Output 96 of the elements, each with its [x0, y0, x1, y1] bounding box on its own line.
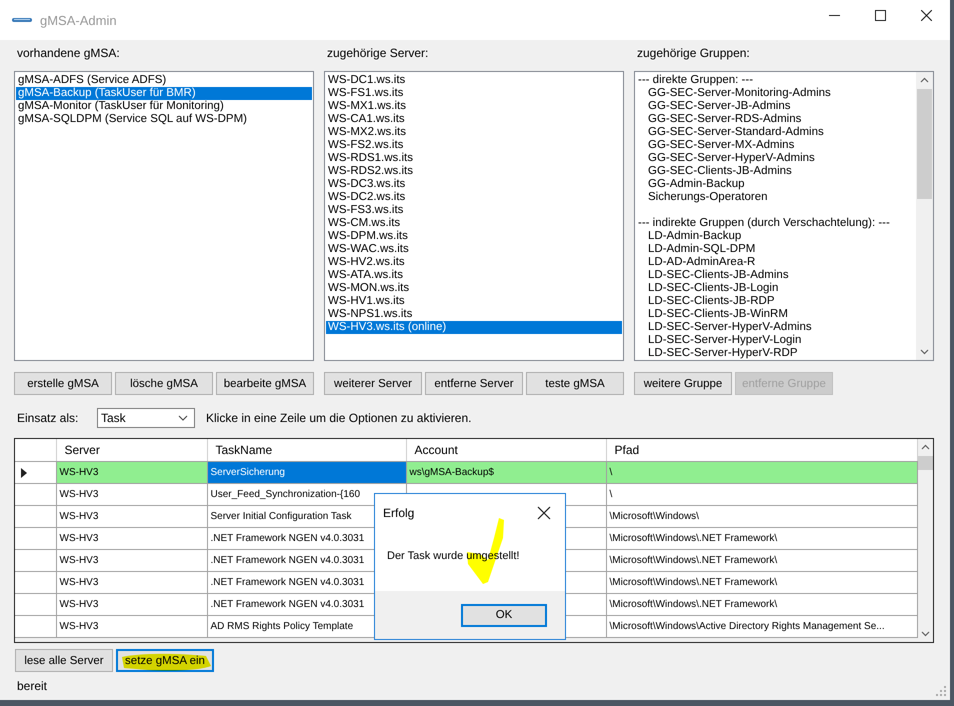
list-item[interactable]: WS-MON.ws.its: [326, 282, 622, 295]
list-item[interactable]: WS-CM.ws.its: [326, 217, 622, 230]
status-text: bereit: [17, 679, 48, 693]
table-cell[interactable]: \Microsoft\Windows\: [606, 506, 917, 528]
list-label: zugehörige Gruppen:: [636, 46, 751, 62]
close-icon: [537, 506, 551, 520]
scroll-thumb[interactable]: [917, 89, 932, 199]
table-cell[interactable]: WS-HV3: [56, 550, 207, 572]
list-item[interactable]: WS-HV3.ws.its (online): [326, 321, 622, 334]
close-icon: [921, 10, 932, 21]
list-item[interactable]: WS-NPS1.ws.its: [326, 308, 622, 321]
list-item[interactable]: GG-SEC-Server-MX-Admins: [636, 139, 915, 152]
scroll-thumb[interactable]: [918, 456, 933, 470]
list-heading: --- indirekte Gruppen (durch Verschachtelung): ---: [637, 217, 891, 230]
list-label: zugehörige Server:: [326, 46, 430, 62]
chevron-icon: [178, 415, 188, 421]
list-item[interactable]: LD-SEC-Server-HyperV-Admins: [636, 321, 915, 334]
column-header[interactable]: Server: [56, 439, 207, 462]
list-item[interactable]: WS-CA1.ws.its: [326, 113, 622, 126]
list-item[interactable]: WS-DC2.ws.its: [326, 191, 622, 204]
list-item[interactable]: gMSA-SQLDPM (Service SQL auf WS-DPM): [16, 113, 312, 126]
table-cell[interactable]: ServerSicherung: [207, 462, 406, 484]
table-cell[interactable]: \Microsoft\Windows\Active Directory Rights Management Se...: [606, 616, 917, 638]
list-item[interactable]: WS-DC3.ws.its: [326, 178, 622, 191]
list-item[interactable]: GG-SEC-Server-RDS-Admins: [636, 113, 915, 126]
list-item[interactable]: LD-SEC-Clients-JB-WinRM: [636, 308, 915, 321]
list-item[interactable]: WS-DPM.ws.its: [326, 230, 622, 243]
field-label: Einsatz als:: [16, 411, 80, 425]
table-cell[interactable]: WS-HV3: [56, 506, 207, 528]
button[interactable]: erstelle gMSA: [14, 372, 112, 395]
list-item[interactable]: WS-FS2.ws.its: [326, 139, 622, 152]
list-item[interactable]: LD-SEC-Clients-JB-Login: [636, 282, 915, 295]
button[interactable]: teste gMSA: [526, 372, 624, 395]
list-item[interactable]: WS-DC1.ws.its: [326, 74, 622, 87]
list-item[interactable]: WS-RDS2.ws.its: [326, 165, 622, 178]
button[interactable]: weitere Gruppe: [634, 372, 732, 395]
list-item[interactable]: LD-SEC-Server-HyperV-RDP: [636, 347, 915, 360]
table-cell[interactable]: \Microsoft\Windows\.NET Framework\: [606, 528, 917, 550]
dropdown[interactable]: Task: [97, 408, 195, 428]
button[interactable]: lösche gMSA: [115, 372, 213, 395]
list-item[interactable]: gMSA-Monitor (TaskUser für Monitoring): [16, 100, 312, 113]
list-item[interactable]: LD-SEC-Clients-JB-RDP: [636, 295, 915, 308]
list-item[interactable]: WS-ATA.ws.its: [326, 269, 622, 282]
column-header[interactable]: Pfad: [606, 439, 917, 462]
list-item[interactable]: Sicherungs-Operatoren: [636, 191, 915, 204]
list-item[interactable]: GG-SEC-Server-HyperV-Admins: [636, 152, 915, 165]
list-item[interactable]: LD-SEC-Server-HyperV-Login: [636, 334, 915, 347]
list-item[interactable]: GG-Admin-Backup: [636, 178, 915, 191]
list-item[interactable]: WS-HV2.ws.its: [326, 256, 622, 269]
list-item[interactable]: LD-AD-AdminArea-R: [636, 256, 915, 269]
button[interactable]: weiterer Server: [324, 372, 422, 395]
list-item[interactable]: WS-WAC.ws.its: [326, 243, 622, 256]
hint-text: Klicke in eine Zeile um die Optionen zu aktivieren.: [206, 411, 472, 425]
row-pointer-icon: [21, 468, 27, 478]
table-cell[interactable]: WS-HV3: [56, 528, 207, 550]
table-cell[interactable]: \Microsoft\Windows\.NET Framework\: [606, 594, 917, 616]
button[interactable]: lese alle Server: [15, 649, 113, 672]
list-item[interactable]: WS-MX1.ws.its: [326, 100, 622, 113]
list-item[interactable]: LD-Admin-Backup: [636, 230, 915, 243]
table-cell[interactable]: \: [606, 462, 917, 484]
list-item[interactable]: WS-FS1.ws.its: [326, 87, 622, 100]
window-title: gMSA-Admin: [40, 12, 117, 28]
table-cell[interactable]: \: [606, 484, 917, 506]
list-item[interactable]: GG-SEC-Clients-JB-Admins: [636, 165, 915, 178]
table-cell[interactable]: ws\gMSA-Backup$: [406, 462, 606, 484]
list-heading: --- direkte Gruppen: ---: [637, 74, 754, 87]
list-item[interactable]: LD-SEC-Clients-JB-Admins: [636, 269, 915, 282]
resize-grip-icon: [936, 686, 946, 696]
column-header[interactable]: TaskName: [207, 439, 406, 462]
list-item[interactable]: LD-Admin-SQL-DPM: [636, 243, 915, 256]
list-item[interactable]: WS-MX2.ws.its: [326, 126, 622, 139]
scrollbar[interactable]: [916, 72, 933, 360]
list-item[interactable]: WS-RDS1.ws.its: [326, 152, 622, 165]
table-cell[interactable]: WS-HV3: [56, 572, 207, 594]
list-item[interactable]: GG-SEC-Server-Standard-Admins: [636, 126, 915, 139]
list-item[interactable]: gMSA-ADFS (Service ADFS): [16, 74, 312, 87]
list-item[interactable]: GG-SEC-Server-JB-Admins: [636, 100, 915, 113]
button[interactable]: bearbeite gMSA: [216, 372, 314, 395]
list-item[interactable]: gMSA-Backup (TaskUser für BMR): [16, 87, 312, 100]
table-cell[interactable]: WS-HV3: [56, 484, 207, 506]
table-cell[interactable]: \Microsoft\Windows\.NET Framework\: [606, 572, 917, 594]
list-item[interactable]: WS-FS3.ws.its: [326, 204, 622, 217]
list-item[interactable]: GG-SEC-Server-Monitoring-Admins: [636, 87, 915, 100]
button[interactable]: setze gMSA ein: [116, 649, 214, 672]
table-cell[interactable]: WS-HV3: [56, 616, 207, 638]
column-header[interactable]: Account: [406, 439, 606, 462]
maximize-icon: [875, 10, 886, 21]
list-label: vorhandene gMSA:: [16, 46, 121, 62]
table-cell[interactable]: \Microsoft\Windows\.NET Framework\: [606, 550, 917, 572]
table-cell[interactable]: WS-HV3: [56, 594, 207, 616]
table-cell[interactable]: WS-HV3: [56, 462, 207, 484]
button[interactable]: entferne Server: [425, 372, 523, 395]
app-icon: [12, 16, 32, 24]
row-header[interactable]: [15, 462, 56, 484]
ok-button[interactable]: OK: [461, 604, 547, 626]
list-item[interactable]: WS-HV1.ws.its: [326, 295, 622, 308]
